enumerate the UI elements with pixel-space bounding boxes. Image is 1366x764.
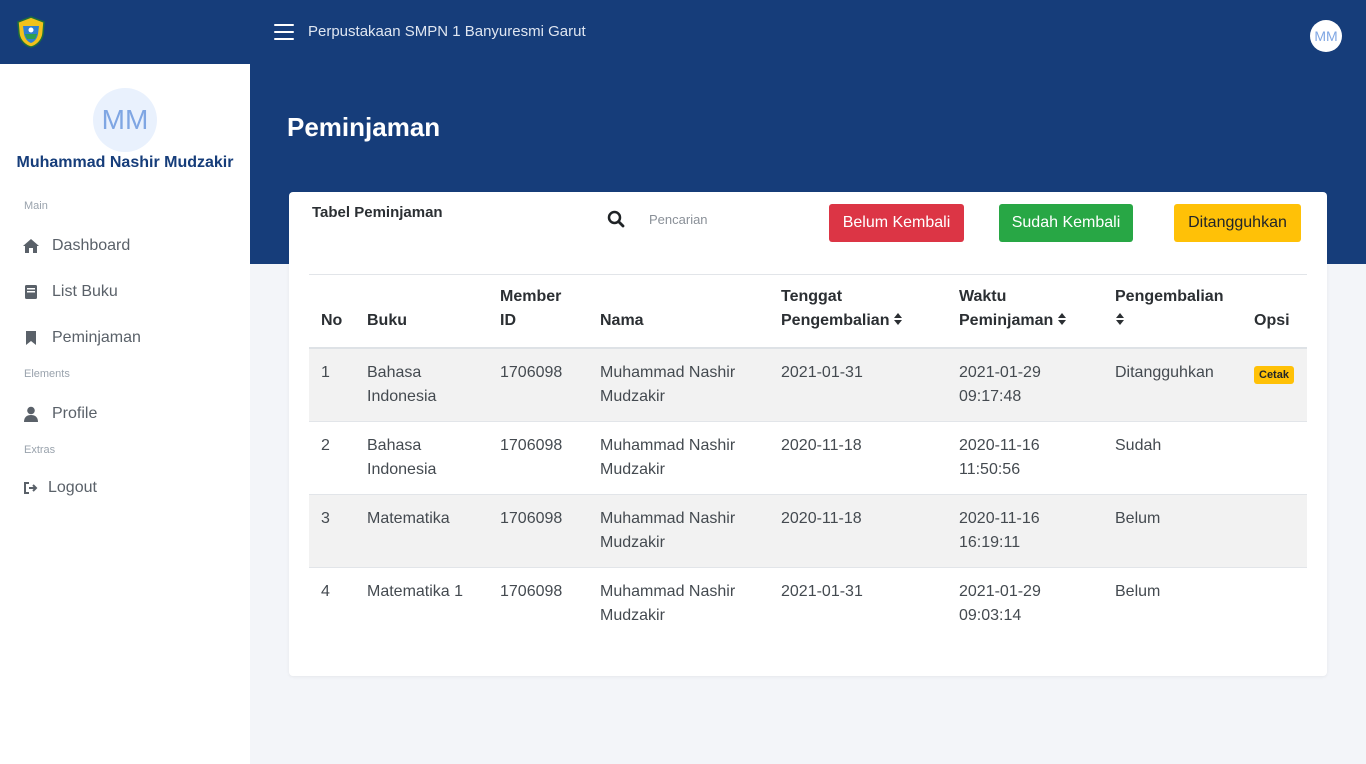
cell-pengembalian: Ditangguhkan <box>1115 364 1214 381</box>
table-header-row: No Buku Member ID Nama Tenggat Pengembal… <box>309 275 1307 349</box>
bookmark-icon <box>22 329 40 347</box>
sort-icon[interactable] <box>1057 312 1067 326</box>
sidebar-item-label: Profile <box>52 405 98 422</box>
card-title: Tabel Peminjaman <box>312 204 443 221</box>
cell-tenggat: 2021-01-31 <box>781 364 863 381</box>
cell-no: 4 <box>321 582 330 600</box>
cell-opsi <box>1242 421 1307 494</box>
sort-icon[interactable] <box>893 312 903 326</box>
cell-waktu: 2020-11-16 11:50:56 <box>959 436 1040 478</box>
section-label-elements: Elements <box>24 368 70 380</box>
sidebar-item-label: Logout <box>48 479 97 496</box>
user-name: Muhammad Nashir Mudzakir <box>16 154 234 171</box>
app-title: Perpustakaan SMPN 1 Banyuresmi Garut <box>308 23 586 40</box>
column-header-no: No <box>309 275 355 349</box>
cell-buku: Matematika <box>367 509 450 527</box>
sort-icon[interactable] <box>1115 312 1125 326</box>
cell-member-id: 1706098 <box>500 509 563 527</box>
header-avatar[interactable]: MM <box>1310 20 1342 52</box>
sidebar-item-label: Dashboard <box>52 237 131 254</box>
cell-tenggat: 2020-11-18 <box>781 436 862 454</box>
loans-table-wrapper: No Buku Member ID Nama Tenggat Pengembal… <box>309 274 1307 640</box>
sidebar-item-label: Peminjaman <box>52 329 141 346</box>
loans-table: No Buku Member ID Nama Tenggat Pengembal… <box>309 275 1307 640</box>
sidebar-item-list-buku[interactable]: List Buku <box>22 280 118 304</box>
column-header-buku: Buku <box>355 275 488 349</box>
filter-ditangguhkan-button[interactable]: Ditangguhkan <box>1174 204 1301 242</box>
search-icon[interactable] <box>607 210 625 228</box>
cell-nama: Muhammad Nashir Mudzakir <box>600 582 736 624</box>
cell-buku: Bahasa Indonesia <box>367 436 437 478</box>
column-header-waktu[interactable]: Waktu Peminjaman <box>947 275 1103 349</box>
home-icon <box>22 237 40 255</box>
cell-tenggat: 2021-01-31 <box>781 582 863 600</box>
sidebar-item-label: List Buku <box>52 283 118 300</box>
cell-tenggat: 2020-11-18 <box>781 509 862 527</box>
cell-nama: Muhammad Nashir Mudzakir <box>600 509 736 551</box>
table-row: 3 Matematika 1706098 Muhammad Nashir Mud… <box>309 494 1307 567</box>
filter-belum-kembali-button[interactable]: Belum Kembali <box>829 204 964 242</box>
section-label-main: Main <box>24 200 48 212</box>
cell-pengembalian: Belum <box>1115 582 1161 600</box>
cell-pengembalian: Belum <box>1115 509 1161 527</box>
section-label-extras: Extras <box>24 444 56 456</box>
school-logo-icon[interactable] <box>16 16 46 48</box>
table-row: 1 Bahasa Indonesia 1706098 Muhammad Nash… <box>309 348 1307 421</box>
cell-member-id: 1706098 <box>500 364 563 381</box>
loans-card: Tabel Peminjaman Belum Kembali Sudah Kem… <box>289 192 1327 676</box>
column-header-member-id: Member ID <box>488 275 588 349</box>
book-icon <box>22 283 40 301</box>
user-icon <box>22 405 40 423</box>
cell-pengembalian: Sudah <box>1115 436 1162 454</box>
cell-waktu: 2021-01-29 09:03:14 <box>959 582 1041 624</box>
column-header-opsi: Opsi <box>1242 275 1307 349</box>
search-input[interactable] <box>649 208 789 230</box>
cell-no: 3 <box>321 509 330 527</box>
cell-nama: Muhammad Nashir Mudzakir <box>600 436 736 478</box>
page-title: Peminjaman <box>287 112 441 142</box>
cell-opsi: Cetak <box>1242 348 1307 421</box>
column-header-nama: Nama <box>588 275 769 349</box>
sidebar-item-dashboard[interactable]: Dashboard <box>22 234 130 258</box>
filter-sudah-kembali-button[interactable]: Sudah Kembali <box>999 204 1133 242</box>
cell-waktu: 2021-01-29 09:17:48 <box>959 364 1041 405</box>
cell-nama: Muhammad Nashir Mudzakir <box>600 364 736 405</box>
sidebar-item-peminjaman[interactable]: Peminjaman <box>22 326 141 350</box>
sidebar: MM Muhammad Nashir Mudzakir Main Dashboa… <box>0 64 250 764</box>
cell-no: 1 <box>321 364 330 381</box>
cell-waktu: 2020-11-16 16:19:11 <box>959 509 1040 551</box>
menu-toggle-icon[interactable] <box>274 24 294 40</box>
user-avatar[interactable]: MM <box>93 88 157 152</box>
cell-member-id: 1706098 <box>500 436 563 454</box>
sidebar-item-logout[interactable]: Logout <box>22 476 97 500</box>
table-row: 4 Matematika 1 1706098 Muhammad Nashir M… <box>309 567 1307 640</box>
table-row: 2 Bahasa Indonesia 1706098 Muhammad Nash… <box>309 421 1307 494</box>
brand-bar <box>0 0 250 64</box>
cell-buku: Matematika 1 <box>367 582 464 600</box>
cell-buku: Bahasa Indonesia <box>367 364 437 405</box>
column-header-tenggat[interactable]: Tenggat Pengembalian <box>769 275 947 349</box>
sidebar-item-profile[interactable]: Profile <box>22 402 97 426</box>
cell-no: 2 <box>321 436 330 454</box>
cell-opsi <box>1242 567 1307 640</box>
column-header-pengembalian[interactable]: Pengembalian <box>1103 275 1242 349</box>
cell-member-id: 1706098 <box>500 582 563 600</box>
logout-icon <box>22 479 40 497</box>
cetak-button[interactable]: Cetak <box>1254 366 1294 384</box>
cell-opsi <box>1242 494 1307 567</box>
